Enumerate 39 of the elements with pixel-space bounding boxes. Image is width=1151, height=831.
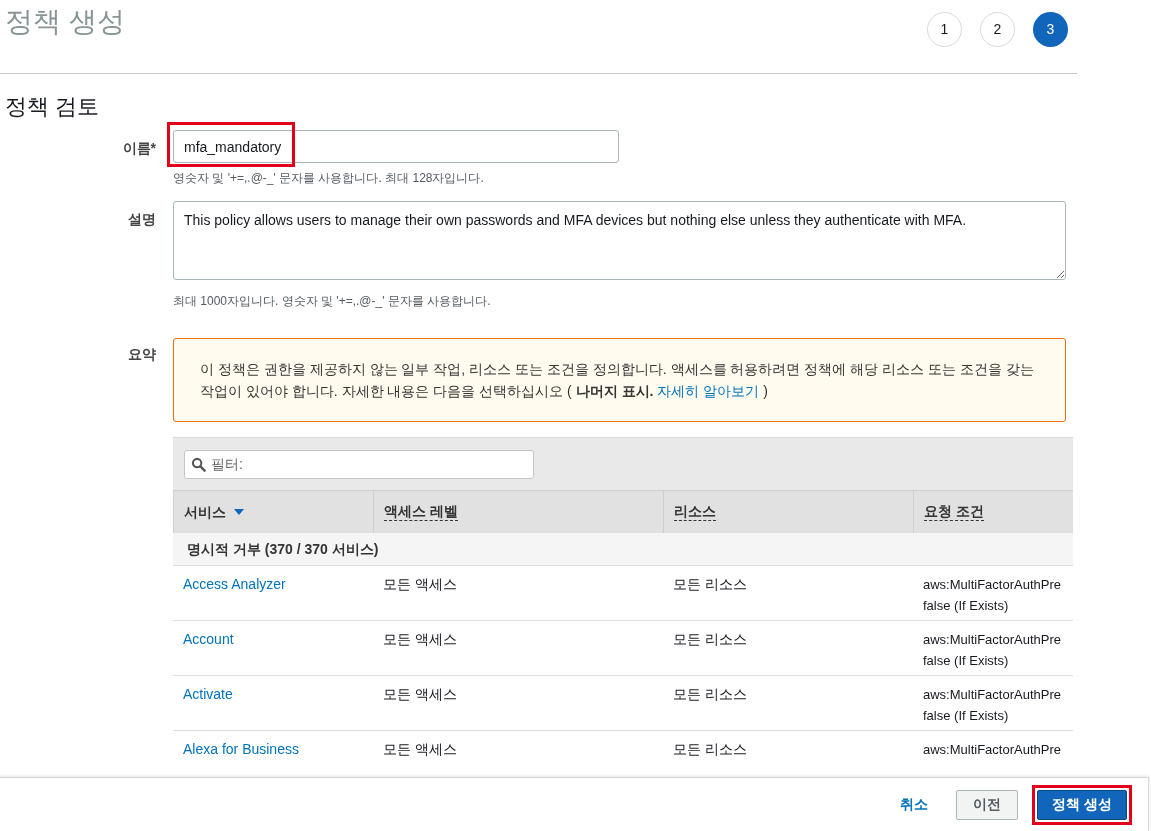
field-hint: 영숫자 및 '+=,.@-_' 문자를 사용합니다. 최대 128자입니다. [173,170,485,187]
table-cell: 모든 리소스 [673,576,747,592]
table-cell-text: false (If Exists) [923,597,1010,615]
learn-more-link[interactable]: 자세히 알아보기 [657,383,760,399]
table-cell: 모든 리소스 [673,741,747,757]
field-label: 요약 [128,346,156,362]
name-field[interactable]: mfa_mandatory [173,130,619,163]
table-cell: 모든 리소스 [673,686,747,702]
field-label: 이름* [122,140,156,156]
cancel-link[interactable]: 취소 [900,794,929,815]
table-cell: 모든 액세스 [383,741,457,757]
create-policy-button[interactable]: 정책 생성 [1037,789,1127,820]
table-cell: 모든 액세스 [383,631,457,647]
table-cell-text: aws:MultiFactorAuthPre [923,576,1062,594]
step-indicator: 1 [927,12,962,47]
table-cell-text: false (If Exists) [923,707,1010,725]
step-indicator: 3 [1033,12,1068,47]
previous-button[interactable]: 이전 [956,789,1019,820]
search-icon [191,456,206,472]
table-cell: 모든 액세스 [383,576,457,592]
table-cell-text: aws:MultiFactorAuthPre [923,631,1062,649]
service-link[interactable]: Alexa for Business [183,741,299,757]
table-cell: 모든 액세스 [383,686,457,702]
group-header: 명시적 거부 (370 / 370 서비스) [187,539,379,559]
description-field[interactable]: This policy allows users to manage their own passwords and MFA devices but nothing else unless they authenticate with MFA. [173,201,1066,280]
service-link[interactable]: Activate [183,686,233,702]
section-title: 정책 검토 [4,93,101,121]
table-cell: 모든 리소스 [673,631,747,647]
notice-text: 이 정책은 권한을 제공하지 않는 일부 작업, 리소스 또는 조건을 정의합니다. 액세스를 허용하려면 정책에 해당 리소스 또는 조건을 갖는 작업이 있어야 합니다. 자세한 내용은 다음을 선택하십시오 ( 나머지 표시. 자세히 알아보기 ) [200,361,1034,399]
table-cell-text: aws:MultiFactorAuthPre [923,686,1062,704]
table-cell-text: aws:MultiFactorAuthPre [923,741,1062,759]
step-indicator: 2 [980,12,1015,47]
page-title: 정책 생성 [5,5,125,39]
service-link[interactable]: Access Analyzer [183,576,286,592]
service-link[interactable]: Account [183,631,234,647]
field-label: 설명 [128,211,156,227]
table-cell-text: false (If Exists) [923,652,1010,670]
filter-field[interactable]: 필터: [184,449,534,479]
field-hint: 최대 1000자입니다. 영숫자 및 '+=,.@-_' 문자를 사용합니다. [173,293,492,310]
